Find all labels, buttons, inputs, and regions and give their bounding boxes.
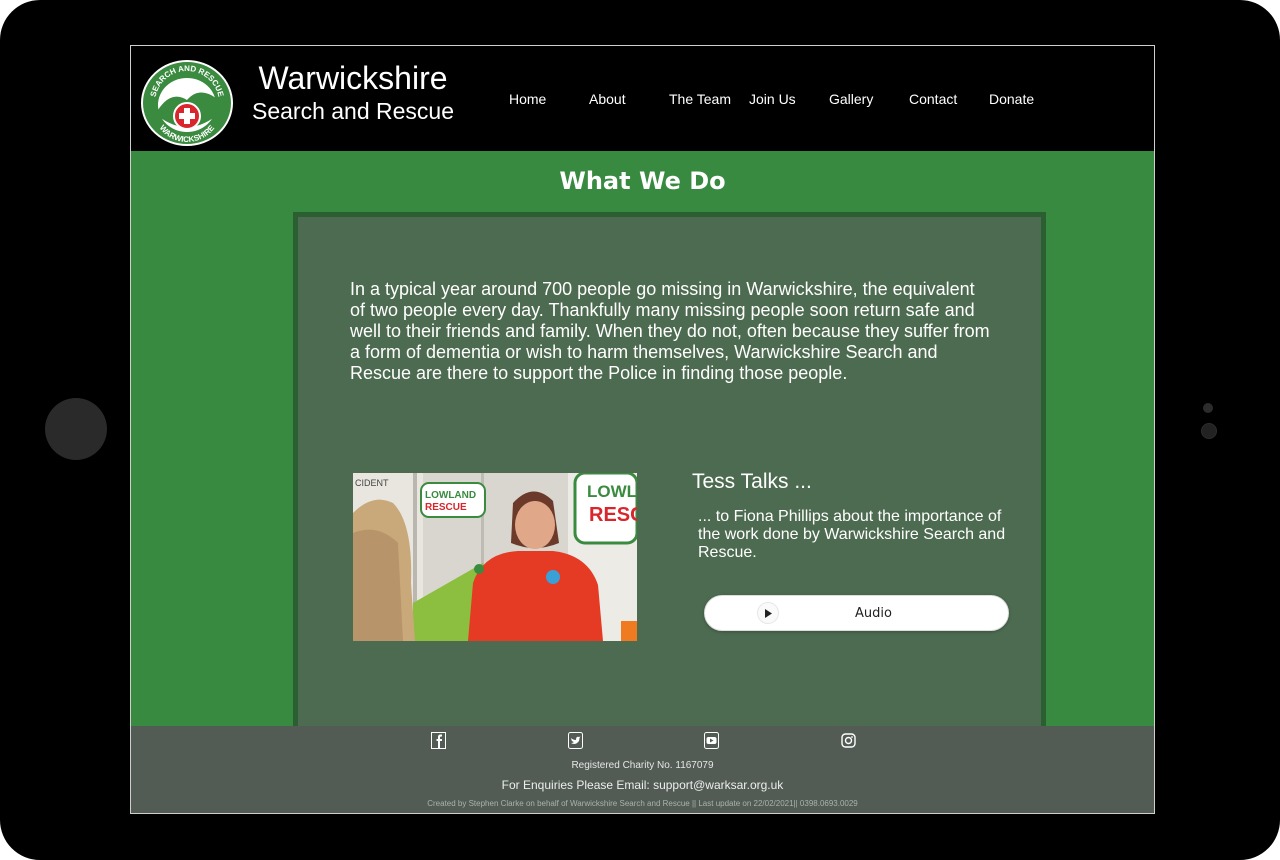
tess-talks-title: Tess Talks ... [692,470,812,493]
footer-credits: Created by Stephen Clarke on behalf of W… [427,799,858,808]
nav-gallery[interactable]: Gallery [829,91,873,107]
site-header: SEARCH AND RESCUE WARWICKSHIRE Warwicksh… [131,46,1154,151]
site-footer: Registered Charity No. 1167079 For Enqui… [131,726,1154,813]
audio-player[interactable]: Audio [704,595,1009,631]
tablet-frame: SEARCH AND RESCUE WARWICKSHIRE Warwicksh… [0,0,1280,860]
enquiries-email[interactable]: For Enquiries Please Email: support@wark… [131,778,1154,792]
van-text-right-top: LOWLA [587,482,637,501]
van-text-right-bottom: RESC [589,504,637,526]
nav-join-us[interactable]: Join Us [749,91,796,107]
youtube-icon[interactable] [704,732,719,749]
video-thumbnail[interactable]: LOWLAND RESCUE LOWLA RESC CIDENT [353,473,637,641]
site-logo[interactable]: SEARCH AND RESCUE WARWICKSHIRE [141,60,233,146]
nav-home[interactable]: Home [509,91,546,107]
charity-number: Registered Charity No. 1167079 [571,760,714,771]
van-text-left-bottom: RESCUE [425,502,467,513]
site-title: Warwickshire [258,60,448,96]
play-button[interactable] [757,602,779,624]
audio-label: Audio [855,606,892,621]
nav-donate[interactable]: Donate [989,91,1034,107]
content-panel: In a typical year around 700 people go m… [293,212,1046,812]
camera-icon [1203,403,1213,413]
nav-about[interactable]: About [589,91,626,107]
tablet-home-button[interactable] [45,398,107,460]
instagram-icon[interactable] [841,732,856,749]
twitter-icon[interactable] [568,732,583,749]
intro-paragraph: In a typical year around 700 people go m… [350,279,990,383]
page-title: What We Do [559,167,726,195]
van-text-edge: CIDENT [355,478,389,488]
tess-talks-description: ... to Fiona Phillips about the importan… [698,508,1006,561]
site-subtitle: Search and Rescue [251,98,454,124]
facebook-icon[interactable] [431,732,446,749]
web-page: SEARCH AND RESCUE WARWICKSHIRE Warwicksh… [130,45,1155,814]
nav-the-team[interactable]: The Team [669,91,731,107]
play-icon [765,609,772,618]
nav-contact[interactable]: Contact [909,91,957,107]
van-text-left-top: LOWLAND [425,490,476,501]
sensor-icon [1201,423,1217,439]
